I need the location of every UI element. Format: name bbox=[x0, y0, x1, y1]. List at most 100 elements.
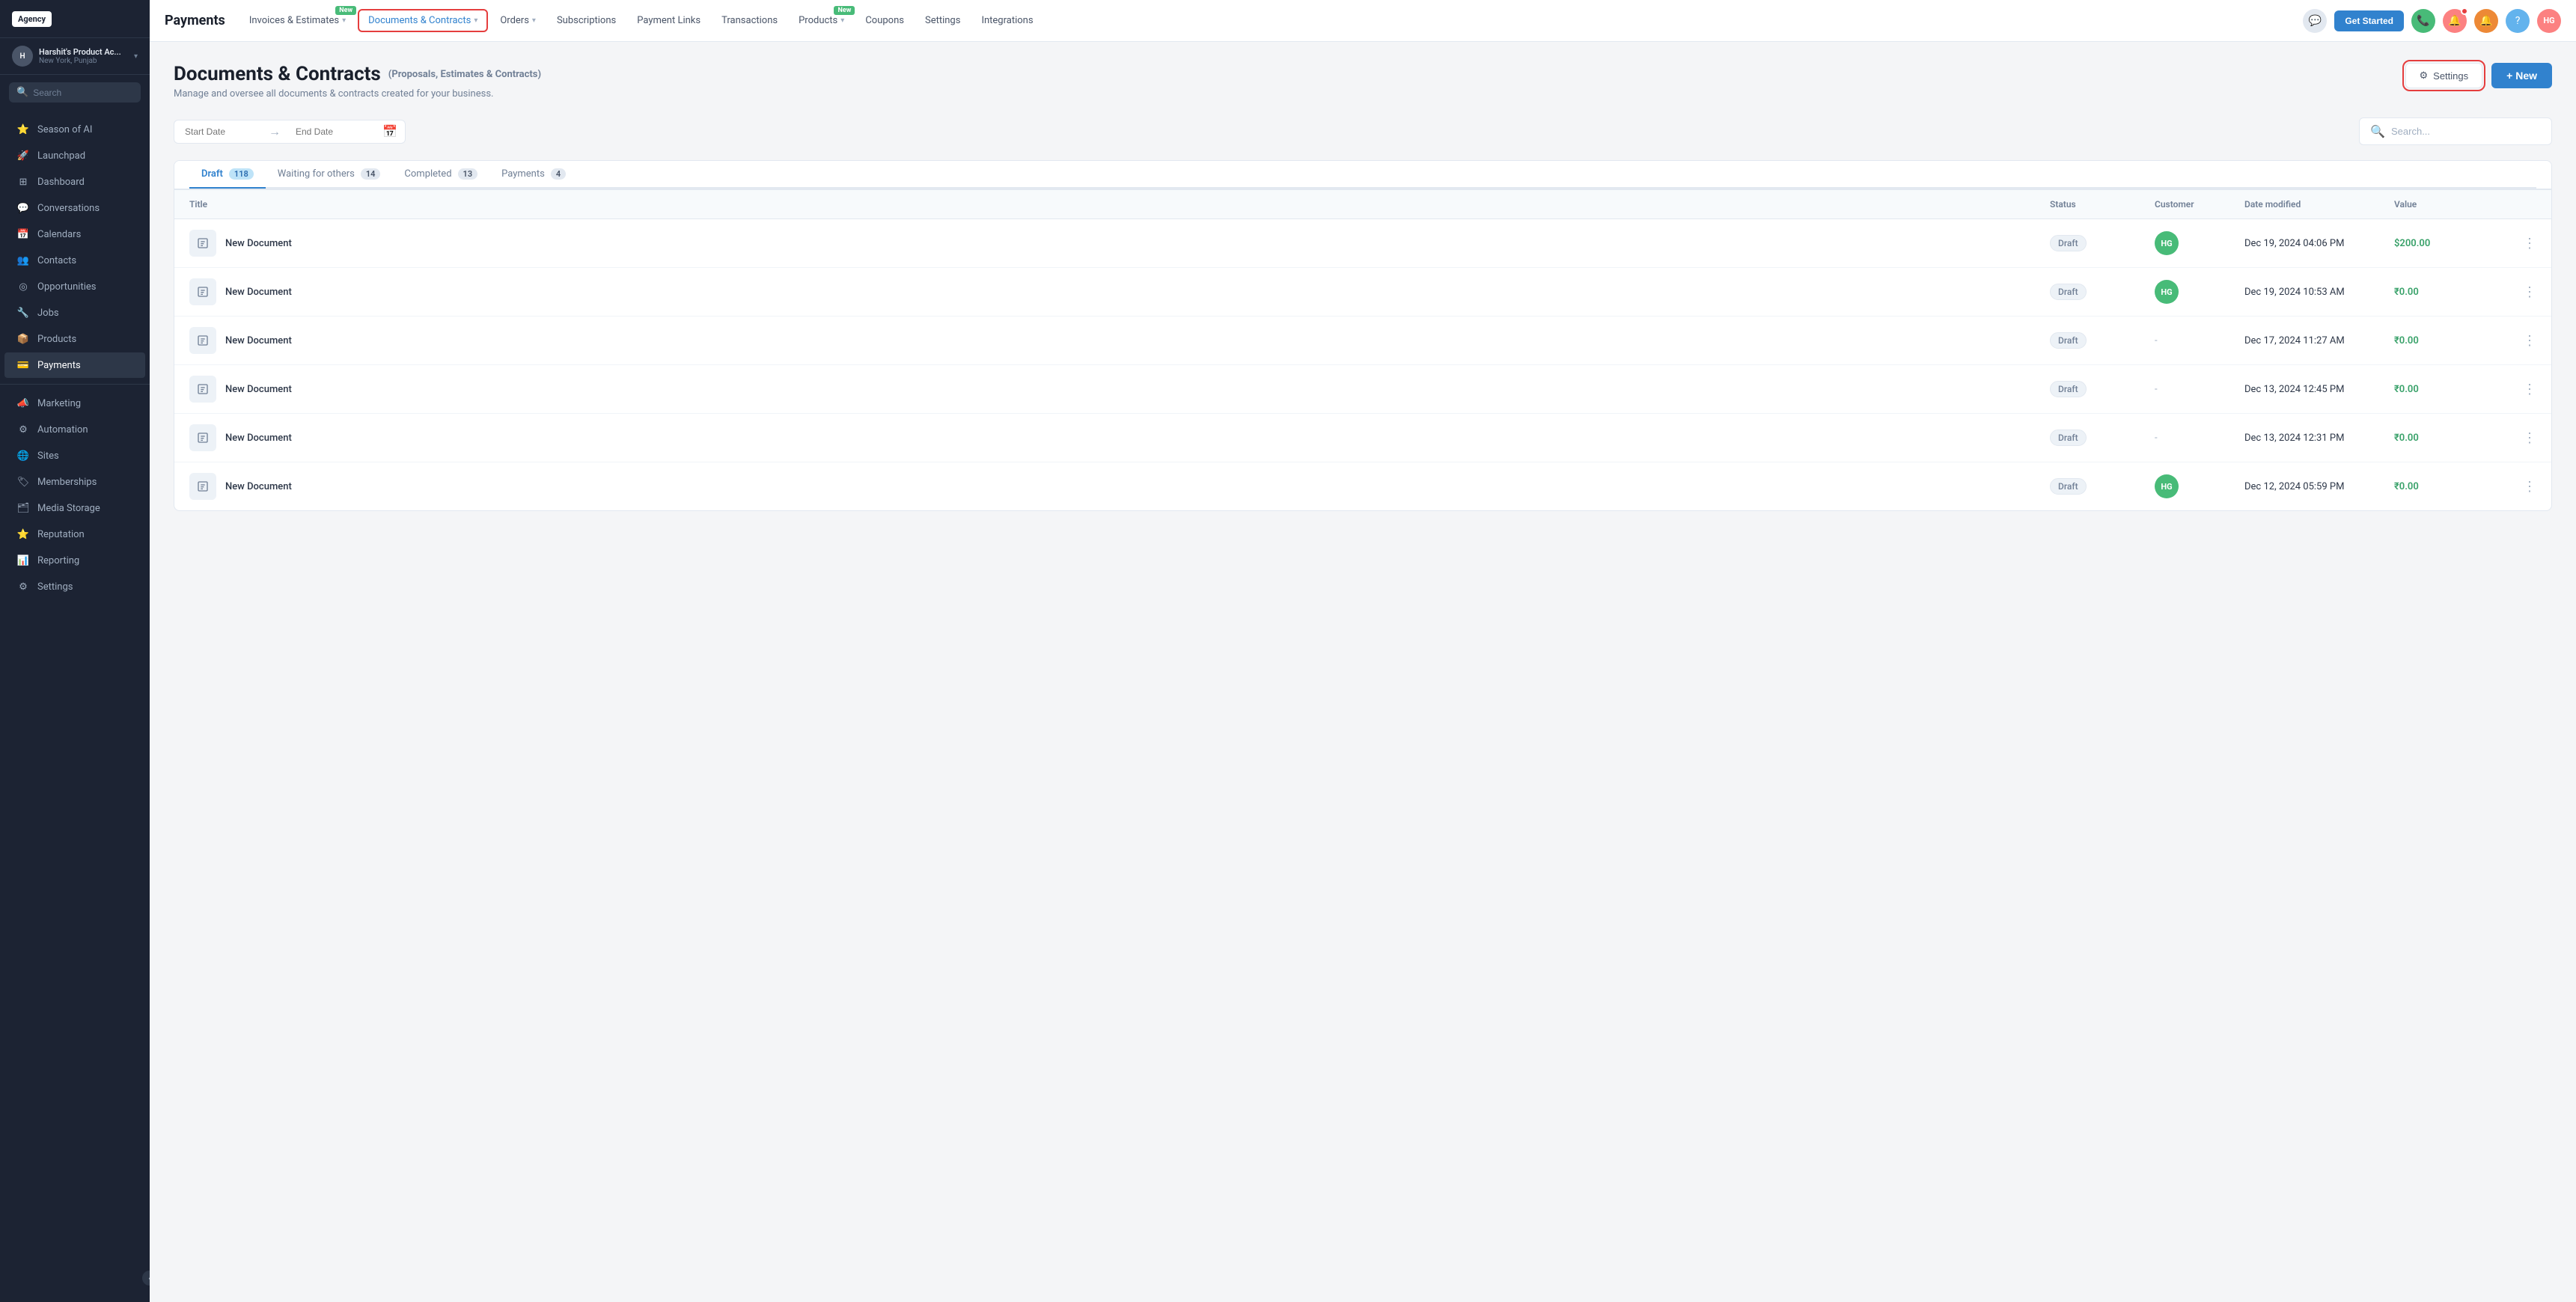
status-cell: Draft bbox=[2050, 235, 2155, 251]
table-row: New Document Draft HG Dec 19, 2024 10:53… bbox=[174, 268, 2551, 317]
chevron-down-icon: ▾ bbox=[474, 16, 477, 25]
sidebar-item-calendars[interactable]: 📅 Calendars bbox=[4, 221, 145, 247]
sidebar-item-products[interactable]: 📦 Products bbox=[4, 326, 145, 352]
topnav-payment-links[interactable]: Payment Links bbox=[628, 10, 709, 31]
help-icon-button[interactable]: ? bbox=[2506, 9, 2530, 33]
tab-count: 4 bbox=[551, 168, 566, 180]
search-input[interactable] bbox=[2391, 126, 2541, 137]
sidebar-item-marketing[interactable]: 📣 Marketing bbox=[4, 391, 145, 416]
sidebar-item-automation[interactable]: ⚙ Automation bbox=[4, 417, 145, 442]
customer-cell: - bbox=[2155, 335, 2244, 346]
phone-icon-button[interactable]: 📞 bbox=[2411, 9, 2435, 33]
status-cell: Draft bbox=[2050, 381, 2155, 397]
customer-avatar: HG bbox=[2155, 474, 2179, 498]
settings-button[interactable]: ⚙ Settings bbox=[2405, 63, 2483, 88]
topnav-coupons[interactable]: Coupons bbox=[856, 10, 913, 31]
topnav-transactions[interactable]: Transactions bbox=[712, 10, 787, 31]
date-modified: Dec 12, 2024 05:59 PM bbox=[2244, 481, 2394, 492]
customer-cell: - bbox=[2155, 384, 2244, 395]
date-arrow-icon: → bbox=[264, 124, 285, 139]
sidebar-item-label: Opportunities bbox=[37, 281, 96, 293]
row-menu-button[interactable]: ⋮ bbox=[2506, 382, 2536, 397]
page-subtitle: Manage and oversee all documents & contr… bbox=[174, 88, 541, 100]
reputation-icon: ⭐ bbox=[16, 528, 30, 541]
new-button[interactable]: + New bbox=[2491, 63, 2552, 88]
tab-completed[interactable]: Completed 13 bbox=[392, 161, 489, 189]
customer-empty: - bbox=[2155, 433, 2158, 444]
sidebar-item-opportunities[interactable]: ◎ Opportunities bbox=[4, 274, 145, 299]
row-menu-button[interactable]: ⋮ bbox=[2506, 333, 2536, 349]
settings-icon: ⚙ bbox=[16, 580, 30, 593]
sidebar-item-sites[interactable]: 🌐 Sites bbox=[4, 443, 145, 468]
main-content: Payments Invoices & Estimates ▾ New Docu… bbox=[150, 0, 2576, 1302]
sidebar-item-reporting[interactable]: 📊 Reporting bbox=[4, 548, 145, 573]
tab-waiting-for-others[interactable]: Waiting for others 14 bbox=[266, 161, 393, 189]
topnav-item-label: Documents & Contracts bbox=[368, 15, 471, 26]
tab-payments[interactable]: Payments 4 bbox=[489, 161, 578, 189]
sidebar-account[interactable]: H Harshit's Product Ac... New York, Punj… bbox=[0, 38, 150, 75]
date-range-picker[interactable]: → 📅 bbox=[174, 120, 406, 144]
row-menu-button[interactable]: ⋮ bbox=[2506, 430, 2536, 446]
value: ₹0.00 bbox=[2394, 481, 2506, 492]
topnav-integrations[interactable]: Integrations bbox=[972, 10, 1042, 31]
topnav-invoices-estimates[interactable]: Invoices & Estimates ▾ New bbox=[240, 10, 355, 31]
sidebar-item-dashboard[interactable]: ⊞ Dashboard bbox=[4, 169, 145, 195]
tab-draft[interactable]: Draft 118 bbox=[189, 161, 266, 189]
document-icon bbox=[189, 230, 216, 257]
sidebar-item-jobs[interactable]: 🔧 Jobs bbox=[4, 300, 145, 326]
topnav-settings[interactable]: Settings bbox=[916, 10, 969, 31]
document-name: New Document bbox=[225, 433, 292, 444]
sidebar-item-label: Calendars bbox=[37, 229, 81, 240]
sidebar-item-contacts[interactable]: 👥 Contacts bbox=[4, 248, 145, 273]
message-icon-button[interactable]: 💬 bbox=[2303, 9, 2327, 33]
sidebar-item-media-storage[interactable]: 🗂 Media Storage bbox=[4, 495, 145, 521]
rocket-icon: 🚀 bbox=[16, 149, 30, 162]
document-icon bbox=[189, 376, 216, 403]
row-menu-button[interactable]: ⋮ bbox=[2506, 236, 2536, 251]
row-menu-button[interactable]: ⋮ bbox=[2506, 284, 2536, 300]
customer-cell: HG bbox=[2155, 231, 2244, 255]
status-badge: Draft bbox=[2050, 478, 2087, 495]
sidebar-item-conversations[interactable]: 💬 Conversations bbox=[4, 195, 145, 221]
sidebar-item-settings[interactable]: ⚙ Settings bbox=[4, 574, 145, 599]
search-input[interactable] bbox=[33, 88, 149, 98]
topnav-products[interactable]: Products ▾ New bbox=[790, 10, 853, 31]
page-actions: ⚙ Settings + New bbox=[2405, 63, 2553, 88]
chevron-down-icon: ▾ bbox=[342, 16, 346, 25]
table-row: New Document Draft HG Dec 19, 2024 04:06… bbox=[174, 219, 2551, 268]
row-title: New Document bbox=[189, 278, 2050, 305]
topnav-orders[interactable]: Orders ▾ bbox=[491, 10, 545, 31]
col-customer: Customer bbox=[2155, 199, 2244, 210]
status-cell: Draft bbox=[2050, 284, 2155, 300]
col-actions bbox=[2506, 199, 2536, 210]
tab-count: 14 bbox=[361, 168, 381, 180]
sidebar-item-launchpad[interactable]: 🚀 Launchpad bbox=[4, 143, 145, 168]
sidebar-item-label: Automation bbox=[37, 424, 88, 435]
sidebar-item-season-of-ai[interactable]: ⭐ Season of AI bbox=[4, 117, 145, 142]
customer-cell: - bbox=[2155, 433, 2244, 444]
sidebar-item-reputation[interactable]: ⭐ Reputation bbox=[4, 522, 145, 547]
calendar-icon[interactable]: 📅 bbox=[375, 124, 405, 138]
row-menu-button[interactable]: ⋮ bbox=[2506, 479, 2536, 495]
alert-icon-button[interactable]: 🔔 bbox=[2474, 9, 2498, 33]
customer-empty: - bbox=[2155, 335, 2158, 346]
chat-icon: 💬 bbox=[16, 201, 30, 215]
sidebar-item-memberships[interactable]: 🏷 Memberships bbox=[4, 469, 145, 495]
date-modified: Dec 13, 2024 12:31 PM bbox=[2244, 433, 2394, 444]
notification-icon-button[interactable]: 🔔 bbox=[2443, 9, 2467, 33]
start-date-input[interactable] bbox=[174, 120, 264, 143]
page-title: Documents & Contracts (Proposals, Estima… bbox=[174, 63, 541, 85]
topnav-subscriptions[interactable]: Subscriptions bbox=[548, 10, 625, 31]
sidebar-item-label: Settings bbox=[37, 581, 73, 593]
user-avatar[interactable]: HG bbox=[2537, 9, 2561, 33]
sidebar-item-label: Jobs bbox=[37, 308, 59, 319]
chevron-down-icon: ▾ bbox=[134, 52, 138, 61]
end-date-input[interactable] bbox=[285, 120, 375, 143]
sidebar-logo: Agency bbox=[0, 0, 150, 38]
sidebar-item-payments[interactable]: 💳 Payments bbox=[4, 352, 145, 378]
get-started-button[interactable]: Get Started bbox=[2334, 10, 2404, 31]
value: ₹0.00 bbox=[2394, 384, 2506, 395]
topnav-documents-contracts[interactable]: Documents & Contracts ▾ bbox=[358, 9, 488, 32]
tab-count: 13 bbox=[458, 168, 478, 180]
sidebar-item-label: Contacts bbox=[37, 255, 76, 266]
